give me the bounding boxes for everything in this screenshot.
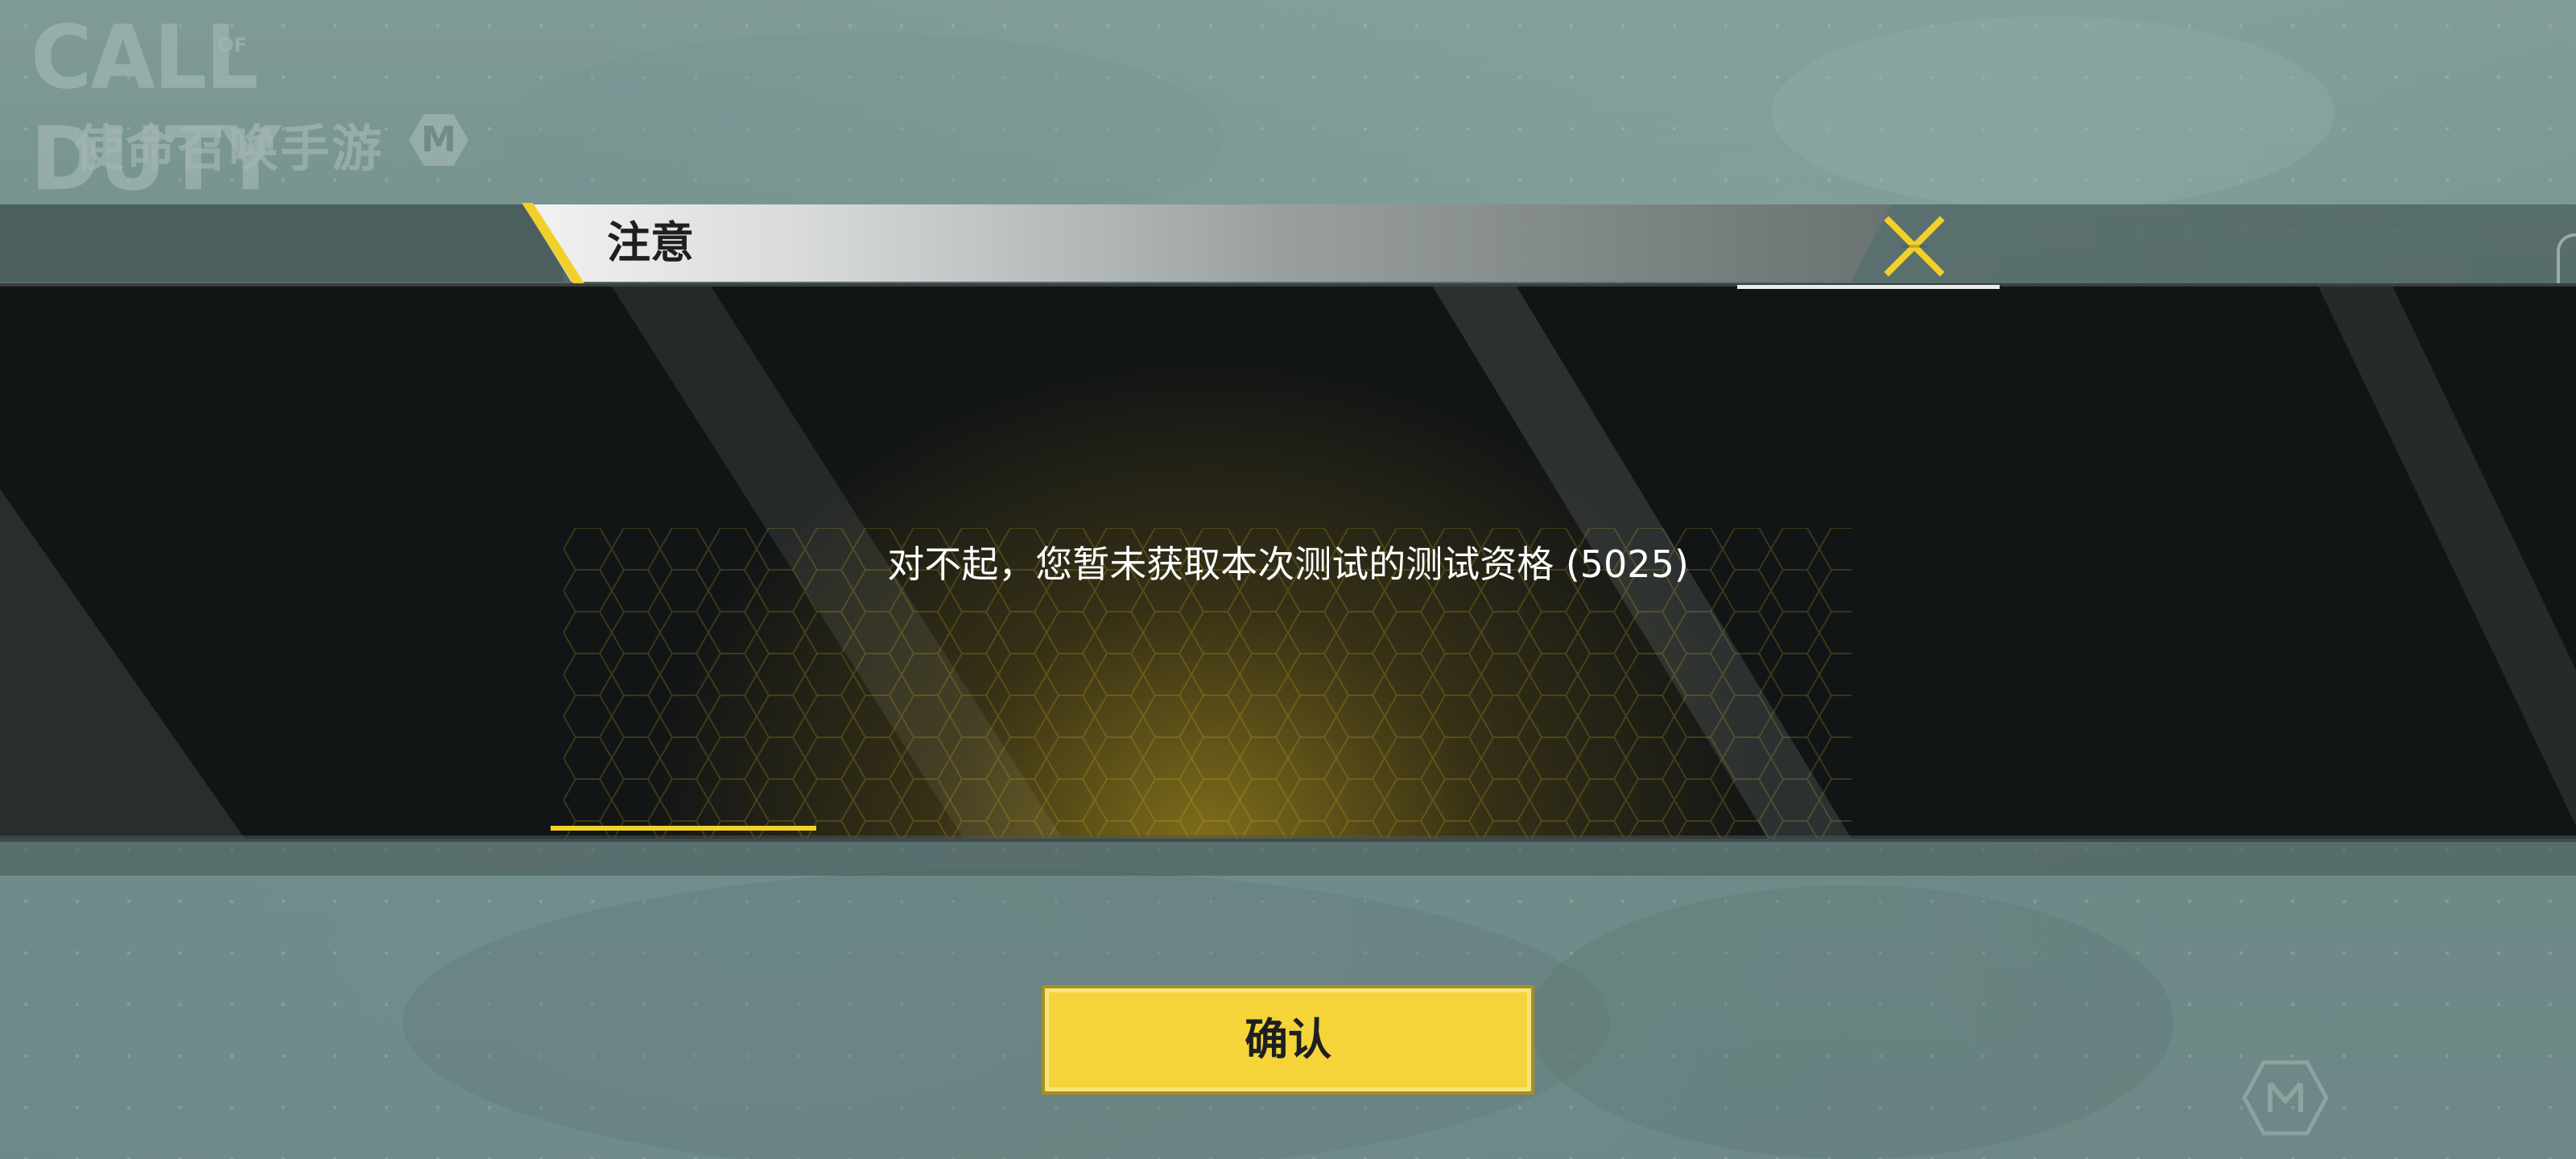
close-icon	[1884, 216, 1945, 277]
dialog-header-left	[0, 204, 564, 282]
dialog-message: 对不起，您暂未获取本次测试的测试资格 (5025)	[887, 542, 1689, 586]
panel-accent-line	[551, 826, 816, 831]
dialog-panel: 对不起，您暂未获取本次测试的测试资格 (5025)	[0, 283, 2576, 842]
close-button[interactable]	[1879, 211, 1950, 282]
game-logo: CALL DUTY OF 使命召唤手游 M	[31, 6, 481, 209]
confirm-button[interactable]: 确认	[1042, 985, 1534, 1095]
hud-hexagon-icon	[2242, 1060, 2329, 1136]
game-screen: CALL DUTY OF 使命召唤手游 M 注意 对不起，您暂未获取本次测试的测…	[0, 0, 2576, 1159]
logo-of: OF	[217, 34, 247, 56]
dialog-title: 注意	[607, 217, 694, 268]
dialog-footer-band	[0, 835, 2576, 876]
logo-subtitle: 使命召唤手游	[74, 119, 384, 178]
dialog-title-tab	[523, 204, 1892, 282]
background-scenery	[1771, 16, 2334, 209]
background-scenery	[1530, 885, 2174, 1159]
header-divider-highlight	[1737, 285, 2000, 289]
